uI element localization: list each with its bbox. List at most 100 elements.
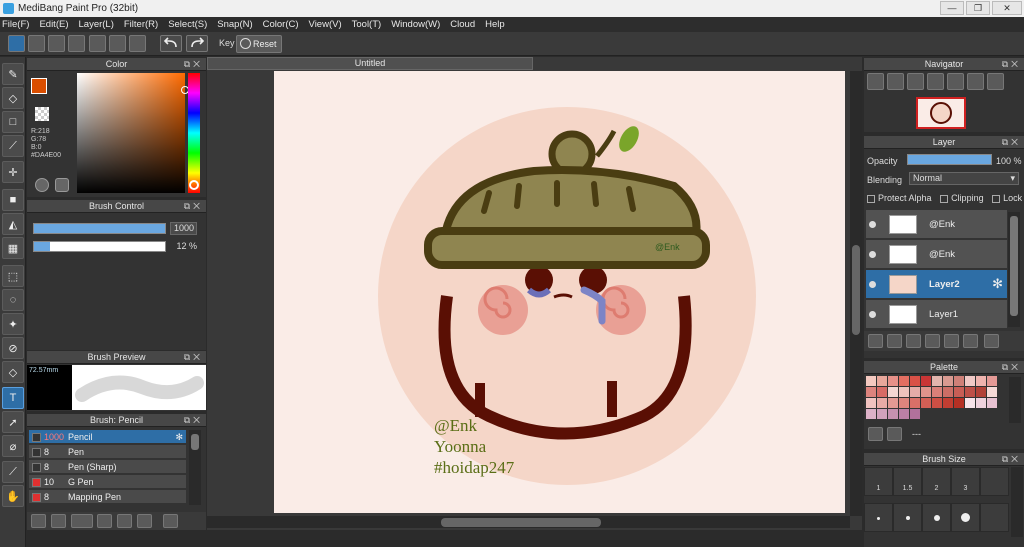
- menu-snap[interactable]: Snap(N): [217, 19, 252, 30]
- layer-folder-icon[interactable]: [944, 334, 959, 348]
- new-halftone-layer-icon[interactable]: [887, 334, 902, 348]
- palette-swatch[interactable]: [965, 387, 975, 397]
- zoom-in-icon[interactable]: [887, 73, 904, 90]
- palette-swatch[interactable]: [954, 387, 964, 397]
- rotate-right-icon[interactable]: [987, 73, 1004, 90]
- visibility-icon[interactable]: [869, 311, 876, 318]
- reset-button[interactable]: Reset: [236, 35, 282, 53]
- palette-swatch[interactable]: [965, 376, 975, 386]
- clipping-checkbox[interactable]: Clipping: [940, 193, 984, 203]
- palette-swatch[interactable]: [921, 398, 931, 408]
- brush-list-scrollbar[interactable]: [189, 430, 201, 505]
- menu-edit[interactable]: Edit(E): [39, 19, 68, 30]
- document-tab[interactable]: Untitled: [207, 57, 533, 70]
- menu-file[interactable]: File(F): [2, 19, 29, 30]
- menu-select[interactable]: Select(S): [168, 19, 207, 30]
- size-cell[interactable]: [980, 467, 1009, 496]
- move-tool-icon[interactable]: ✛: [2, 161, 24, 183]
- palette-swatch[interactable]: [888, 376, 898, 386]
- horizontal-scroll-thumb[interactable]: [441, 518, 601, 527]
- palette-swatch[interactable]: [899, 376, 909, 386]
- protect-alpha-checkbox[interactable]: Protect Alpha: [867, 193, 932, 203]
- gradient-tool-icon[interactable]: ▦: [2, 237, 24, 259]
- new-8bit-layer-icon[interactable]: [906, 334, 921, 348]
- menu-tool[interactable]: Tool(T): [352, 19, 382, 30]
- panel-detach-close-icon[interactable]: ⧉✕: [184, 200, 203, 213]
- reset-rotation-icon[interactable]: [967, 73, 984, 90]
- new-brush-icon[interactable]: [51, 514, 66, 528]
- palette-swatch[interactable]: [910, 409, 920, 419]
- duplicate-brush-icon[interactable]: [137, 514, 152, 528]
- brush-item[interactable]: 8 Pen: [29, 445, 186, 459]
- eyedropper-tool-icon[interactable]: ⌀: [2, 435, 24, 457]
- maximize-button[interactable]: ❐: [966, 1, 990, 15]
- add-brush-dropdown-icon[interactable]: [71, 514, 93, 528]
- magic-wand-tool-icon[interactable]: ✦: [2, 313, 24, 335]
- palette-swatch[interactable]: [866, 387, 876, 397]
- panel-detach-close-icon[interactable]: ⧉✕: [184, 414, 203, 427]
- palette-swatch[interactable]: [899, 387, 909, 397]
- layer-row[interactable]: @Enk: [866, 240, 1007, 269]
- palette-swatch[interactable]: [866, 376, 876, 386]
- pen-path-tool-icon[interactable]: ⟋: [2, 135, 24, 157]
- palette-swatch[interactable]: [877, 398, 887, 408]
- palette-swatch[interactable]: [976, 376, 986, 386]
- size-dot-cell[interactable]: [980, 503, 1009, 532]
- palette-swatch[interactable]: [987, 376, 997, 386]
- zoom-out-icon[interactable]: [867, 73, 884, 90]
- select-rect-tool-icon[interactable]: ⬚: [2, 265, 24, 287]
- saturation-value-picker[interactable]: [77, 73, 185, 193]
- palette-swatch[interactable]: [943, 376, 953, 386]
- panel-detach-close-icon[interactable]: ⧉✕: [184, 58, 203, 71]
- palette-swatch[interactable]: [910, 398, 920, 408]
- menu-color[interactable]: Color(C): [263, 19, 299, 30]
- palette-swatch[interactable]: [987, 387, 997, 397]
- size-cell[interactable]: 1: [864, 467, 893, 496]
- delete-brush-icon[interactable]: [163, 514, 178, 528]
- rectangle-tool-icon[interactable]: □: [2, 111, 24, 133]
- actual-size-icon[interactable]: [927, 73, 944, 90]
- panel-detach-close-icon[interactable]: ⧉✕: [1002, 58, 1021, 71]
- panel-detach-close-icon[interactable]: ⧉✕: [184, 351, 203, 364]
- gear-icon[interactable]: ✻: [992, 276, 1003, 292]
- palette-swatch[interactable]: [877, 376, 887, 386]
- comment-icon[interactable]: [48, 35, 65, 52]
- palette-swatch[interactable]: [910, 387, 920, 397]
- brush-cloud-icon[interactable]: [31, 514, 46, 528]
- brush-opacity-slider[interactable]: [33, 241, 166, 252]
- panel-detach-close-icon[interactable]: ⧉✕: [1002, 136, 1021, 149]
- palette-swatch[interactable]: [888, 387, 898, 397]
- transparent-color-swatch[interactable]: [35, 107, 49, 121]
- delete-palette-icon[interactable]: [887, 427, 902, 441]
- palette-swatch[interactable]: [965, 398, 975, 408]
- palette-swatch[interactable]: [921, 376, 931, 386]
- layer-row[interactable]: @Enk: [866, 210, 1007, 239]
- share-icon[interactable]: [28, 35, 45, 52]
- dropper-tool-icon[interactable]: ⟋: [2, 461, 24, 483]
- menu-help[interactable]: Help: [485, 19, 505, 30]
- visibility-icon[interactable]: [869, 251, 876, 258]
- new-palette-icon[interactable]: [868, 427, 883, 441]
- eraser-tool-icon[interactable]: ◇: [2, 87, 24, 109]
- palette-swatch[interactable]: [932, 387, 942, 397]
- brush-item[interactable]: 8 Mapping Pen: [29, 490, 186, 504]
- panel-detach-close-icon[interactable]: ⧉✕: [1002, 361, 1021, 374]
- drawing-canvas[interactable]: @Enk @Enk Yoonna #hoidap247: [274, 71, 845, 513]
- visibility-icon[interactable]: [869, 281, 876, 288]
- size-cell[interactable]: 1.5: [893, 467, 922, 496]
- palette-swatch[interactable]: [888, 409, 898, 419]
- navigator-thumbnail[interactable]: [916, 97, 966, 129]
- size-cell[interactable]: 3: [951, 467, 980, 496]
- palette-swatch[interactable]: [932, 398, 942, 408]
- palette-swatch[interactable]: [943, 398, 953, 408]
- foreground-color-swatch[interactable]: [31, 78, 47, 94]
- fill-rect-tool-icon[interactable]: ■: [2, 189, 24, 211]
- color-wheel-icon[interactable]: [35, 178, 49, 192]
- color-palette-icon[interactable]: [55, 178, 69, 192]
- lock-checkbox[interactable]: Lock: [992, 193, 1022, 203]
- brush-size-scrollbar[interactable]: [1011, 467, 1023, 537]
- select-pen-tool-icon[interactable]: ⊘: [2, 337, 24, 359]
- minimize-button[interactable]: —: [940, 1, 964, 15]
- panel-detach-close-icon[interactable]: ⧉✕: [1002, 453, 1021, 466]
- layer-row[interactable]: Layer2 ✻: [866, 270, 1007, 299]
